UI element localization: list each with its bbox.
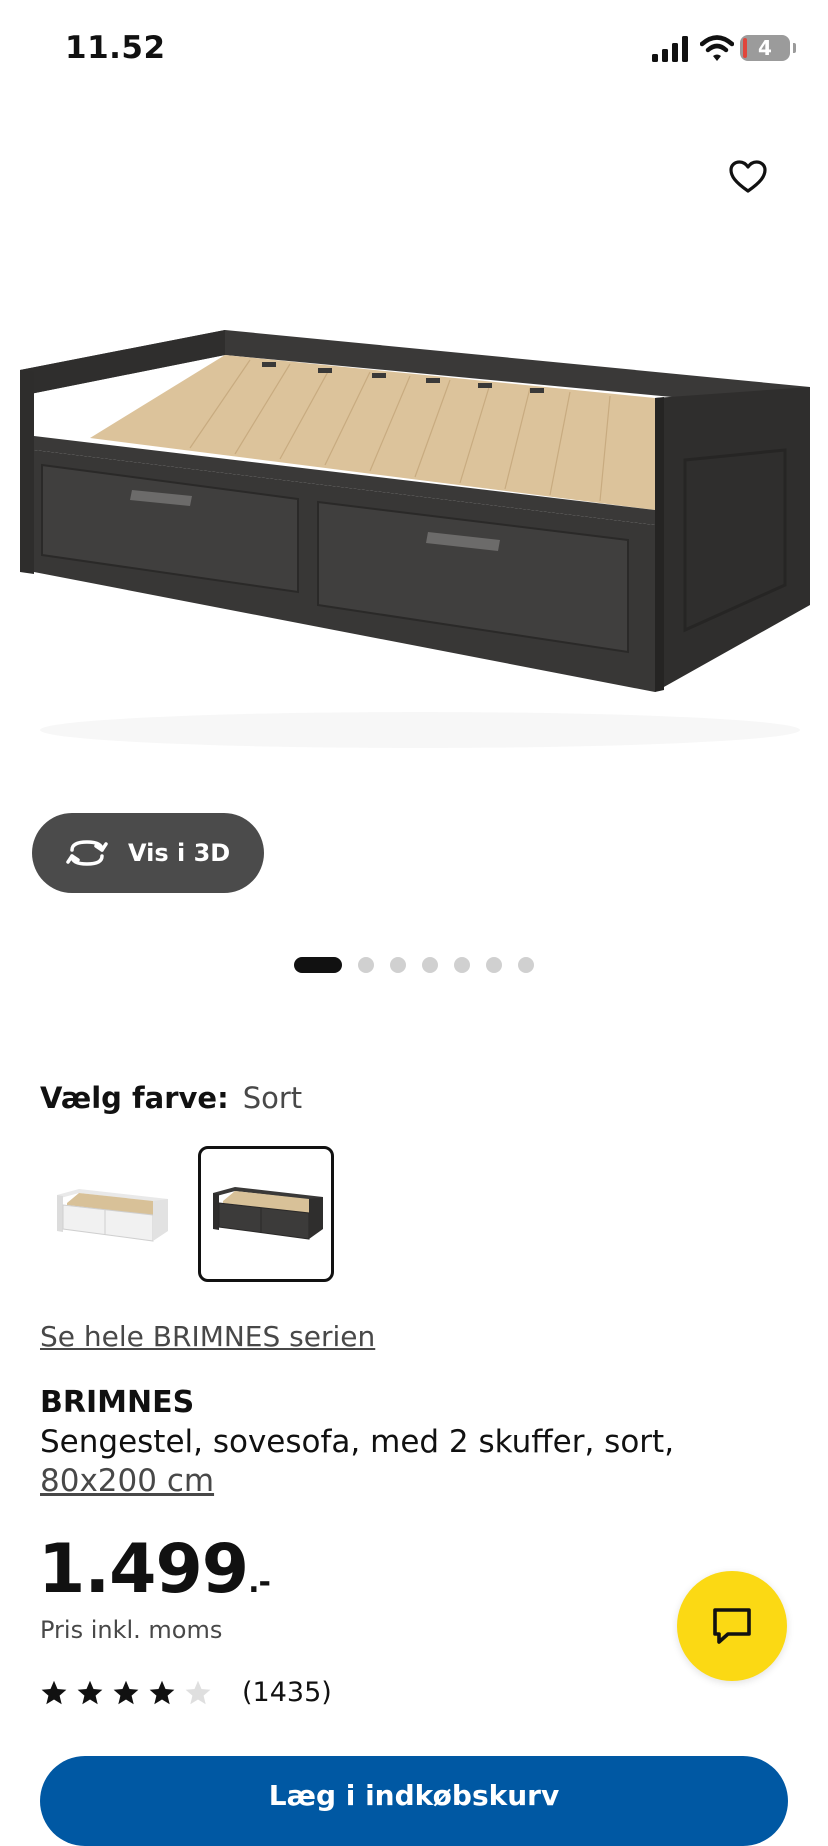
image-carousel-dots	[294, 957, 550, 973]
carousel-dot[interactable]	[358, 957, 374, 973]
color-swatch-black[interactable]	[198, 1146, 334, 1282]
battery-tip	[793, 43, 796, 53]
rotate-3d-icon	[66, 840, 108, 866]
product-description: Sengestel, sovesofa, med 2 skuffer, sort…	[40, 1424, 675, 1460]
product-size-link[interactable]: 80x200 cm	[40, 1463, 214, 1499]
add-to-cart-button[interactable]: Læg i indkøbskurv	[40, 1756, 788, 1846]
star-icon	[41, 1680, 67, 1704]
heart-icon	[729, 160, 767, 193]
color-swatch-white[interactable]	[40, 1146, 176, 1282]
chat-icon	[713, 1608, 751, 1644]
star-icon	[77, 1680, 103, 1704]
status-bar: 11.52 4	[0, 0, 828, 100]
battery-level: 4	[758, 36, 772, 60]
status-time: 11.52	[65, 30, 166, 66]
color-selector-label-row: Vælg farve: Sort	[40, 1081, 302, 1115]
product-name: BRIMNES	[40, 1385, 195, 1420]
star-icon	[149, 1680, 175, 1704]
view-in-3d-button[interactable]: Vis i 3D	[32, 813, 264, 893]
selected-color: Sort	[242, 1081, 303, 1115]
product-price: 1.499.-	[38, 1530, 271, 1609]
star-icon	[113, 1680, 139, 1704]
view-in-3d-label: Vis i 3D	[128, 839, 231, 867]
black-daybed-thumbnail	[213, 1187, 323, 1240]
product-image[interactable]	[0, 260, 828, 820]
carousel-dot[interactable]	[422, 957, 438, 973]
review-count: (1435)	[242, 1677, 332, 1708]
white-daybed-thumbnail	[57, 1189, 168, 1242]
price-suffix: .-	[248, 1565, 271, 1600]
battery-icon: 4	[740, 35, 790, 61]
price-value: 1.499	[38, 1530, 249, 1609]
product-rating[interactable]: (1435)	[40, 1677, 332, 1708]
star-empty-icon	[185, 1680, 211, 1704]
favorite-button[interactable]	[726, 155, 770, 199]
wifi-icon	[700, 35, 734, 61]
vat-note: Pris inkl. moms	[40, 1616, 223, 1644]
carousel-dot[interactable]	[486, 957, 502, 973]
carousel-dot[interactable]	[518, 957, 534, 973]
carousel-dot[interactable]	[454, 957, 470, 973]
color-label: Vælg farve:	[40, 1081, 229, 1115]
chat-button[interactable]	[677, 1571, 787, 1681]
carousel-dot-active[interactable]	[294, 957, 342, 973]
series-link[interactable]: Se hele BRIMNES serien	[40, 1320, 375, 1353]
signal-icon	[652, 36, 688, 62]
carousel-dot[interactable]	[390, 957, 406, 973]
